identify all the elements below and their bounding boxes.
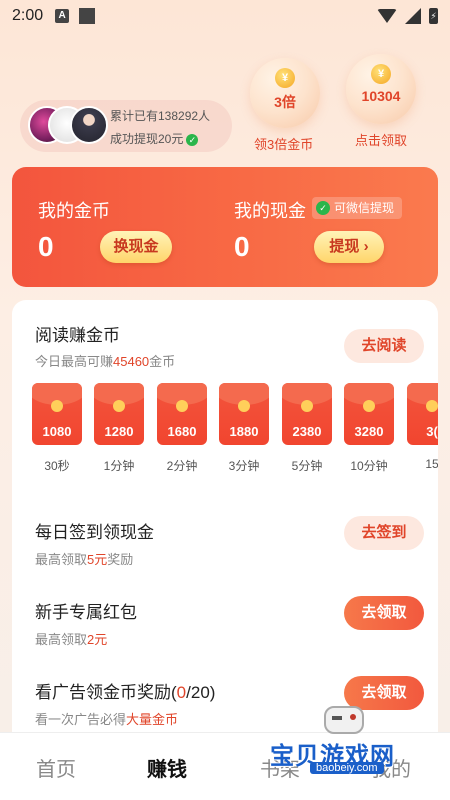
envelope-amount: 1080 xyxy=(42,424,72,439)
wifi-icon xyxy=(377,9,397,23)
avatar-group xyxy=(28,106,118,146)
my-coins-title: 我的金币 xyxy=(38,201,110,221)
triple-coin-bubble[interactable]: ¥ 3倍 xyxy=(250,58,320,128)
withdraw-success-text: 成功提现20元 xyxy=(110,132,184,146)
task-card: 阅读赚金币 今日最高可赚45460金币 去阅读 1080 30秒 1280 1分… xyxy=(12,300,438,750)
wechat-withdraw-tag: ✓ 可微信提现 xyxy=(312,197,403,219)
wechat-icon: ✓ xyxy=(316,201,330,215)
withdraw-button[interactable]: 提现 › xyxy=(314,231,384,263)
newbie-task-title: 新手专属红包 xyxy=(35,603,137,622)
envelope-amount: 1680 xyxy=(167,424,197,439)
status-icons xyxy=(377,8,438,24)
bubble-value: 3倍 xyxy=(274,94,296,110)
withdraw-success-line: 成功提现20元 ✓ xyxy=(110,130,199,147)
ad-sub-highlight: 大量金币 xyxy=(126,712,179,727)
ad-title-count: 0 xyxy=(176,683,187,702)
newbie-sub-amount: 2元 xyxy=(87,632,108,647)
read-task-sub-suffix: 金币 xyxy=(149,354,176,369)
envelope-item[interactable]: 1680 2分钟 xyxy=(157,383,207,474)
envelope-item[interactable]: 1880 3分钟 xyxy=(219,383,269,474)
ad-task-title: 看广告领金币奖励(0/20) xyxy=(35,678,215,703)
wallet-card: 我的金币 0 换现金 我的现金 ✓ 可微信提现 0 提现 › xyxy=(12,167,438,287)
go-read-button[interactable]: 去阅读 xyxy=(344,329,424,363)
wechat-icon: ✓ xyxy=(186,133,199,146)
watermark: 宝贝游戏网 baobeiy.com xyxy=(270,700,440,780)
exchange-cash-button[interactable]: 换现金 xyxy=(100,231,172,263)
claim-coin-label[interactable]: 点击领取 xyxy=(355,130,407,149)
reading-reward-envelopes: 1080 30秒 1280 1分钟 1680 2分钟 1880 3分钟 2380… xyxy=(32,383,438,483)
ad-title-prefix: 看广告领金币奖励( xyxy=(35,683,177,702)
battery-icon xyxy=(429,8,438,24)
red-envelope-icon: 2380 xyxy=(282,383,332,445)
status-bar: 2:00 A xyxy=(0,0,450,32)
read-task-subtitle: 今日最高可赚45460金币 xyxy=(35,351,175,370)
envelope-amount: 1880 xyxy=(229,424,259,439)
signin-task-subtitle: 最高领取5元奖励 xyxy=(35,549,133,568)
coin-icon: ¥ xyxy=(275,68,295,88)
envelope-time: 1分钟 xyxy=(103,459,135,473)
read-task-sub-prefix: 今日最高可赚 xyxy=(35,354,114,369)
ad-title-suffix: /20) xyxy=(186,683,216,702)
status-time: 2:00 xyxy=(12,7,44,24)
gamepad-icon xyxy=(324,706,364,734)
total-users-text: 累计已有138292人 xyxy=(110,109,211,123)
envelope-amount: 2380 xyxy=(292,424,322,439)
read-task-title: 阅读赚金币 xyxy=(35,326,120,345)
my-cash-title: 我的现金 xyxy=(234,201,306,221)
wechat-withdraw-text: 可微信提现 xyxy=(334,201,395,215)
envelope-time: 3分钟 xyxy=(228,459,260,473)
nav-home[interactable]: 首页 xyxy=(36,753,76,782)
signin-task-title: 每日签到领现金 xyxy=(35,523,154,542)
envelope-time: 10分钟 xyxy=(350,459,388,473)
red-envelope-icon: 3( xyxy=(407,383,438,445)
nav-earn[interactable]: 赚钱 xyxy=(147,753,187,782)
avatar xyxy=(70,106,108,144)
ad-task-subtitle: 看一次广告必得大量金币 xyxy=(35,709,178,728)
envelope-item[interactable]: 3( 15 xyxy=(407,383,438,471)
envelope-time: 5分钟 xyxy=(291,459,323,473)
newbie-sub-prefix: 最高领取 xyxy=(35,632,88,647)
red-envelope-icon: 1680 xyxy=(157,383,207,445)
my-coins-value: 0 xyxy=(38,231,54,262)
stats-banner: 累计已有138292人 成功提现20元 ✓ xyxy=(20,100,232,152)
envelope-amount: 3280 xyxy=(354,424,384,439)
newbie-claim-button[interactable]: 去领取 xyxy=(344,596,424,630)
signin-sub-prefix: 最高领取 xyxy=(35,552,88,567)
signin-sub-suffix: 奖励 xyxy=(107,552,134,567)
signin-sub-amount: 5元 xyxy=(87,552,108,567)
envelope-time: 2分钟 xyxy=(166,459,198,473)
signal-icon xyxy=(405,8,421,24)
red-envelope-icon: 1080 xyxy=(32,383,82,445)
notification-square-icon xyxy=(79,8,96,24)
coin-icon: ¥ xyxy=(371,64,391,84)
my-cash-value: 0 xyxy=(234,231,250,262)
ad-sub-prefix: 看一次广告必得 xyxy=(35,712,127,727)
envelope-amount: 1280 xyxy=(104,424,134,439)
envelope-time: 30秒 xyxy=(44,459,70,473)
bubble-value: 10304 xyxy=(361,88,401,104)
watermark-url: baobeiy.com xyxy=(310,762,384,774)
envelope-time: 15 xyxy=(425,457,438,471)
envelope-item[interactable]: 3280 10分钟 xyxy=(344,383,394,474)
newbie-task-subtitle: 最高领取2元 xyxy=(35,629,107,648)
triple-coin-label[interactable]: 领3倍金币 xyxy=(254,134,313,153)
envelope-item[interactable]: 1280 1分钟 xyxy=(94,383,144,474)
red-envelope-icon: 1280 xyxy=(94,383,144,445)
envelope-item[interactable]: 1080 30秒 xyxy=(32,383,82,474)
notification-icon: A xyxy=(55,9,70,23)
red-envelope-icon: 1880 xyxy=(219,383,269,445)
read-task-sub-amount: 45460 xyxy=(113,354,150,369)
go-signin-button[interactable]: 去签到 xyxy=(344,516,424,550)
red-envelope-icon: 3280 xyxy=(344,383,394,445)
claim-coin-bubble[interactable]: ¥ 10304 xyxy=(346,54,416,124)
envelope-amount: 3( xyxy=(426,424,438,439)
envelope-item[interactable]: 2380 5分钟 xyxy=(282,383,332,474)
